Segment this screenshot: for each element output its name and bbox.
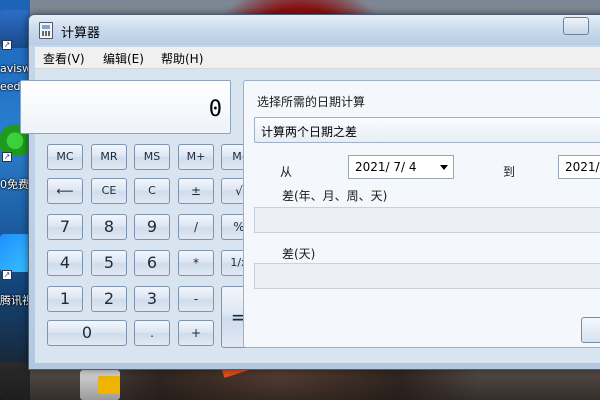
- digit-2-button[interactable]: 2: [91, 286, 127, 312]
- clear-entry-button[interactable]: CE: [91, 178, 127, 204]
- diff-days-field: [254, 263, 600, 289]
- chevron-down-icon: [440, 165, 448, 170]
- desktop-icon-label: 0免费: [0, 178, 29, 191]
- backspace-button[interactable]: ⟵: [47, 178, 83, 204]
- to-label: 到: [503, 165, 516, 179]
- menu-bar: 查看(V) 编辑(E) 帮助(H): [35, 47, 600, 69]
- minimize-button[interactable]: [563, 17, 589, 35]
- digit-0-button[interactable]: 0: [47, 320, 127, 346]
- desktop-icon-label: 腾讯视: [0, 294, 30, 307]
- plus-button[interactable]: +: [178, 320, 214, 346]
- digit-9-button[interactable]: 9: [134, 214, 170, 240]
- desktop-icon-label: avisw: [0, 62, 30, 75]
- memory-add-button[interactable]: M+: [178, 144, 214, 170]
- shortcut-arrow-icon: ↗: [2, 270, 12, 280]
- date-calculation-panel: 选择所需的日期计算 计算两个日期之差 从 2021/ 7/ 4 到 2021/ …: [243, 80, 600, 348]
- digit-8-button[interactable]: 8: [91, 214, 127, 240]
- date-calc-mode-select[interactable]: 计算两个日期之差: [254, 117, 600, 143]
- digit-4-button[interactable]: 4: [47, 250, 83, 276]
- date-calc-heading: 选择所需的日期计算: [257, 95, 366, 109]
- calculator-display: 0: [20, 80, 231, 134]
- to-date-value: 2021/: [565, 160, 600, 174]
- decimal-point-button[interactable]: .: [134, 320, 170, 346]
- from-date-picker[interactable]: 2021/ 7/ 4: [348, 155, 454, 179]
- digit-3-button[interactable]: 3: [134, 286, 170, 312]
- date-calc-mode-value: 计算两个日期之差: [261, 125, 358, 139]
- diff-days-label: 差(天): [282, 247, 316, 261]
- display-value: 0: [208, 97, 222, 122]
- calculator-app-icon: [39, 22, 53, 39]
- from-date-value: 2021/ 7/ 4: [355, 160, 417, 174]
- tencent-video-icon[interactable]: [0, 234, 30, 272]
- multiply-button[interactable]: *: [178, 250, 214, 276]
- to-date-picker[interactable]: 2021/: [558, 155, 600, 179]
- clear-button[interactable]: C: [134, 178, 170, 204]
- menu-edit[interactable]: 编辑(E): [103, 50, 144, 67]
- play-icon: [98, 376, 120, 394]
- memory-clear-button[interactable]: MC: [47, 144, 83, 170]
- diff-ymwd-label: 差(年、月、周、天): [282, 189, 388, 203]
- title-bar[interactable]: 计算器: [29, 15, 600, 45]
- digit-1-button[interactable]: 1: [47, 286, 83, 312]
- desktop-icon-column: ↗ avisw eedo ↗ 0免费 ↗ 腾讯视: [0, 0, 30, 400]
- divide-button[interactable]: /: [178, 214, 214, 240]
- diff-ymwd-field: [254, 207, 600, 233]
- calculate-button[interactable]: [581, 317, 600, 343]
- digit-5-button[interactable]: 5: [91, 250, 127, 276]
- shortcut-arrow-icon: ↗: [2, 40, 12, 50]
- window-title: 计算器: [61, 26, 101, 41]
- digit-6-button[interactable]: 6: [134, 250, 170, 276]
- menu-view[interactable]: 查看(V): [43, 50, 85, 67]
- plus-minus-button[interactable]: ±: [178, 178, 214, 204]
- digit-7-button[interactable]: 7: [47, 214, 83, 240]
- shortcut-arrow-icon: ↗: [2, 152, 12, 162]
- from-label: 从: [280, 165, 293, 179]
- minus-button[interactable]: -: [178, 286, 214, 312]
- memory-store-button[interactable]: MS: [134, 144, 170, 170]
- menu-help[interactable]: 帮助(H): [161, 50, 203, 67]
- memory-recall-button[interactable]: MR: [91, 144, 127, 170]
